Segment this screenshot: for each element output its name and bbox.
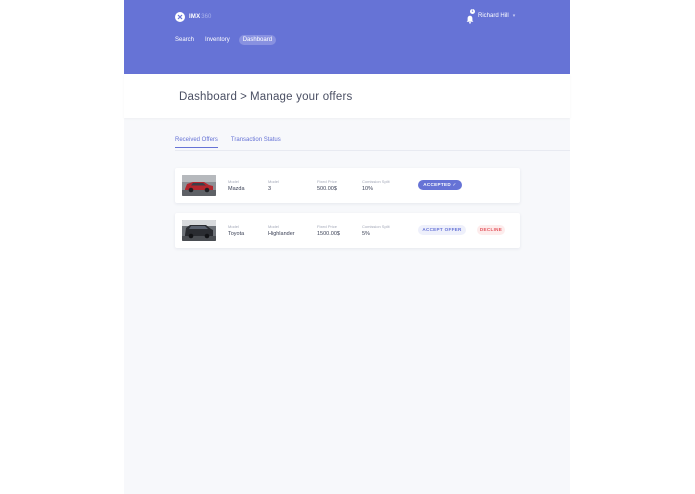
page-title-band: Dashboard > Manage your offers xyxy=(124,74,570,118)
breadcrumb-root[interactable]: Dashboard xyxy=(179,91,237,103)
top-header: IMX 360 Search Inventory Dashboard 1 Ric… xyxy=(124,0,570,74)
price-label: Fixed Price xyxy=(317,224,338,229)
user-menu[interactable]: 1 Richard Hill ▾ xyxy=(466,9,516,24)
price-value: 1500.00$ xyxy=(317,231,340,237)
offer-make-field: Model Toyota xyxy=(228,224,244,237)
offer-card: Model Toyota Model Highlander Fixed Pric… xyxy=(175,213,520,248)
split-value: 5% xyxy=(362,231,370,237)
make-label: Model xyxy=(228,224,239,229)
user-name: Richard Hill xyxy=(478,12,509,19)
offer-make-field: Model Mazda xyxy=(228,179,245,192)
notification-count-badge: 1 xyxy=(470,9,475,14)
model-value: Highlander xyxy=(268,231,295,237)
chevron-down-icon[interactable]: ▾ xyxy=(513,13,516,19)
split-label: Comission Split xyxy=(362,224,390,229)
offer-tabs: Received Offers Transaction Status xyxy=(175,137,294,148)
main-nav: Search Inventory Dashboard xyxy=(175,35,287,45)
breadcrumb-separator: > xyxy=(240,91,247,103)
notification-bell-icon[interactable]: 1 xyxy=(466,9,475,24)
nav-item-search[interactable]: Search xyxy=(175,35,194,45)
make-value: Mazda xyxy=(228,186,245,192)
nav-item-dashboard[interactable]: Dashboard xyxy=(238,35,277,45)
offer-split-field: Comission Split 5% xyxy=(362,224,390,237)
offer-split-field: Comission Split 10% xyxy=(362,179,390,192)
model-label: Model xyxy=(268,224,279,229)
nav-item-inventory[interactable]: Inventory xyxy=(205,35,230,45)
accepted-status-badge: ACCEPTED ✓ xyxy=(418,180,462,190)
car-photo-dark-suv xyxy=(182,220,216,241)
breadcrumb: Dashboard > Manage your offers xyxy=(179,91,352,103)
app-window: IMX 360 Search Inventory Dashboard 1 Ric… xyxy=(124,0,570,494)
decline-button[interactable]: DECLINE xyxy=(477,225,505,235)
accept-offer-button[interactable]: ACCEPT OFFER xyxy=(418,225,466,235)
split-label: Comission Split xyxy=(362,179,390,184)
car-photo-red-sedan xyxy=(182,175,216,196)
logo-text: IMX xyxy=(189,14,201,20)
tab-transaction-status[interactable]: Transaction Status xyxy=(231,137,281,148)
make-value: Toyota xyxy=(228,231,245,237)
offer-price-field: Fixed Price 500.00$ xyxy=(317,179,337,192)
logo-subtext: 360 xyxy=(201,14,212,20)
offer-card: Model Mazda Model 3 Fixed Price 500.00$ … xyxy=(175,168,520,203)
logo[interactable]: IMX 360 xyxy=(175,12,211,22)
tabs-divider xyxy=(175,150,570,151)
logo-x-icon xyxy=(175,12,185,22)
offer-price-field: Fixed Price 1500.00$ xyxy=(317,224,340,237)
model-value: 3 xyxy=(268,186,272,192)
offer-model-field: Model 3 xyxy=(268,179,279,192)
make-label: Model xyxy=(228,179,239,184)
price-value: 500.00$ xyxy=(317,186,337,192)
page-title: Manage your offers xyxy=(249,91,353,103)
model-label: Model xyxy=(268,179,279,184)
split-value: 10% xyxy=(362,186,374,192)
tab-received-offers[interactable]: Received Offers xyxy=(175,137,218,148)
offer-model-field: Model Highlander xyxy=(268,224,295,237)
price-label: Fixed Price xyxy=(317,179,338,184)
